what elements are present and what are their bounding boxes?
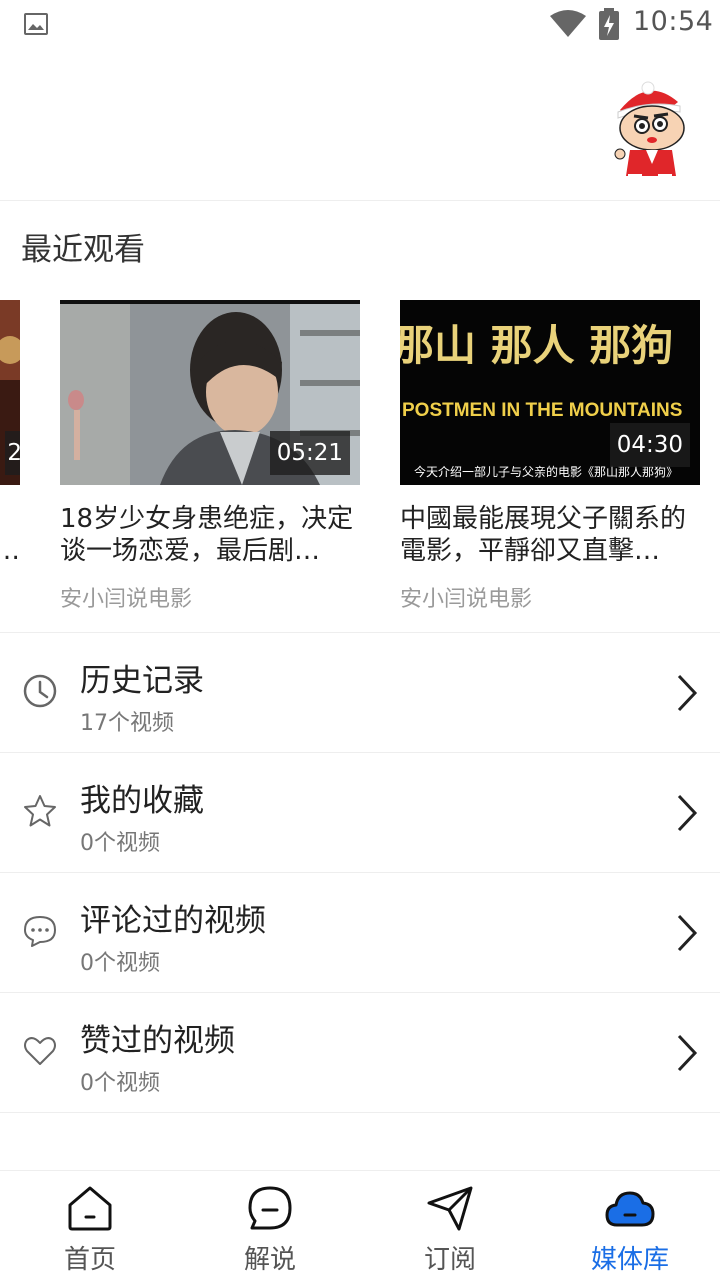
chat-icon [248, 1186, 292, 1230]
chevron-right-icon [677, 914, 698, 952]
nav-home[interactable]: 首页 [0, 1171, 180, 1281]
video-duration: 05:21 [269, 431, 350, 475]
video-thumbnail[interactable]: 05:21 [60, 300, 360, 485]
nav-media-library[interactable]: 媒体库 [540, 1171, 720, 1281]
thumbnail-caption-english: POSTMEN IN THE MOUNTAINS [402, 400, 682, 421]
recent-videos-carousel[interactable]: 2 … 05:21 18岁少女身患绝症，决 [0, 300, 720, 620]
library-item-count: 0个视频 [80, 1071, 160, 1096]
thumbnail-caption-title: 那山 那人 那狗 [400, 321, 673, 370]
nav-subscriptions[interactable]: 订阅 [360, 1171, 540, 1281]
video-title[interactable]: 18岁少女身患绝症，决定谈一场恋爱，最后剧… [60, 503, 360, 567]
video-thumbnail[interactable]: 那山 那人 那狗 POSTMEN IN THE MOUNTAINS 今天介绍一部… [400, 300, 700, 485]
chevron-right-icon [677, 1034, 698, 1072]
bottom-navigation: 首页 解说 订阅 媒体库 [0, 1170, 720, 1281]
chevron-right-icon [677, 674, 698, 712]
nav-label: 订阅 [423, 1245, 476, 1275]
video-duration: 04:30 [609, 423, 690, 467]
wifi-icon [550, 10, 586, 37]
comment-icon [24, 916, 56, 947]
cloud-icon [605, 1191, 655, 1227]
star-icon [24, 795, 56, 827]
image-notification-icon [24, 13, 48, 35]
video-thumbnail[interactable]: 2 [0, 300, 20, 485]
video-author: 安小闫说电影 [400, 587, 533, 612]
library-item-liked[interactable]: 赞过的视频 0个视频 [0, 993, 720, 1112]
nav-label: 首页 [63, 1245, 116, 1275]
recent-video-card[interactable]: 那山 那人 那狗 POSTMEN IN THE MOUNTAINS 今天介绍一部… [400, 300, 700, 613]
send-icon [427, 1186, 473, 1231]
library-item-count: 0个视频 [80, 831, 160, 856]
library-item-history[interactable]: 历史记录 17个视频 [0, 633, 720, 752]
heart-icon [24, 1037, 56, 1065]
library-item-count: 0个视频 [80, 951, 160, 976]
user-avatar[interactable] [608, 80, 692, 180]
recent-video-card[interactable]: 05:21 18岁少女身患绝症，决定谈一场恋爱，最后剧… 安小闫说电影 [60, 300, 360, 613]
recent-video-card-partial[interactable]: 2 … [0, 300, 20, 567]
nav-commentary[interactable]: 解说 [180, 1171, 360, 1281]
video-duration: 2 [5, 431, 20, 475]
library-item-title: 赞过的视频 [80, 1023, 235, 1059]
library-item-commented[interactable]: 评论过的视频 0个视频 [0, 873, 720, 992]
library-item-title: 历史记录 [80, 663, 204, 699]
chevron-right-icon [677, 794, 698, 832]
nav-label: 媒体库 [590, 1245, 669, 1275]
recent-section-title: 最近观看 [21, 232, 145, 268]
header [0, 48, 720, 201]
library-item-title: 评论过的视频 [80, 903, 266, 939]
status-bar: 10:54 [0, 0, 720, 48]
nav-label: 解说 [243, 1245, 296, 1275]
library-item-count: 17个视频 [80, 711, 174, 736]
library-item-favorites[interactable]: 我的收藏 0个视频 [0, 753, 720, 872]
clock-icon [23, 674, 57, 708]
status-time: 10:54 [633, 6, 714, 37]
library-item-title: 我的收藏 [80, 783, 204, 819]
battery-charging-icon [599, 8, 619, 40]
home-icon [68, 1186, 112, 1231]
video-title[interactable]: 中國最能展現父子關系的電影，平靜卻又直擊… [400, 503, 700, 567]
video-title: … [0, 503, 20, 567]
divider [0, 1112, 720, 1113]
video-author: 安小闫说电影 [60, 587, 193, 612]
